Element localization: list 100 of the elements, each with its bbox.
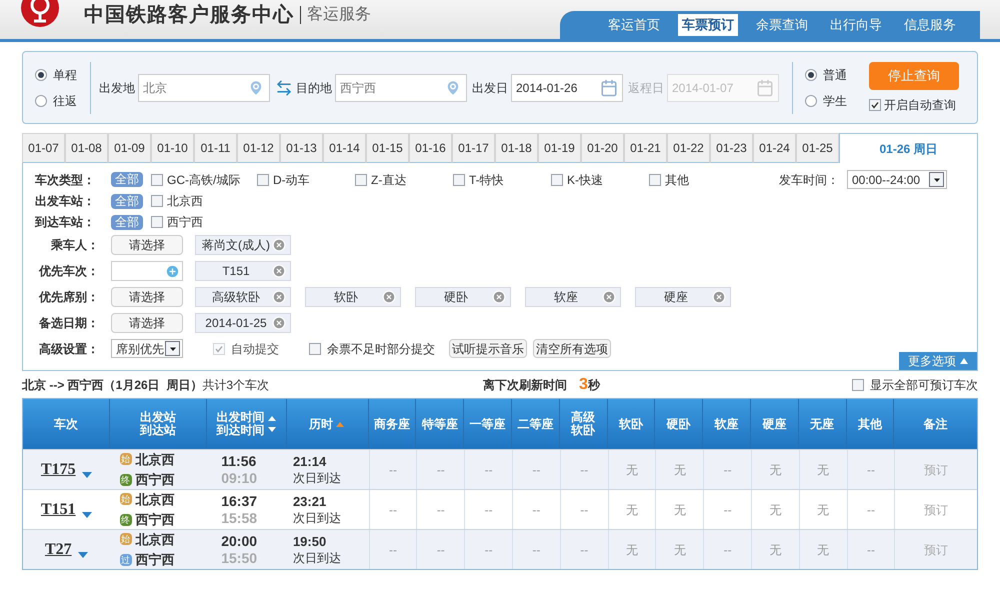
date-tab[interactable]: 01-07 <box>22 133 65 163</box>
nav-tab[interactable]: 客运首页 <box>604 14 664 36</box>
date-tab[interactable]: 01-17 <box>452 133 495 163</box>
seat-availability: 无 <box>626 502 638 518</box>
date-tab[interactable]: 01-15 <box>366 133 409 163</box>
nav-tab[interactable]: 信息服务 <box>900 14 960 36</box>
filter-option: 西宁西 <box>167 213 203 231</box>
input-field[interactable]: 西宁西 <box>335 74 467 102</box>
choose-button[interactable]: 请选择 <box>111 287 183 307</box>
station-name: 北京西 <box>136 490 175 508</box>
station-name: 西宁西 <box>136 471 175 489</box>
arrive-time: 15:58 <box>221 510 258 526</box>
filter-label: 优先席别： <box>38 289 100 306</box>
seat-availability: -- <box>436 542 445 558</box>
option-button[interactable]: 试听提示音乐 <box>449 339 527 358</box>
time-select[interactable]: 00:00--24:00 <box>847 170 947 189</box>
choose-button[interactable]: 请选择 <box>111 313 183 333</box>
seat-availability: 无 <box>817 542 830 558</box>
tag-label: 硬卧 <box>443 289 469 306</box>
date-tab[interactable]: 01-10 <box>151 133 194 163</box>
nav-tab[interactable]: 车票预订 <box>678 14 738 36</box>
date-tab[interactable]: 01-19 <box>538 133 581 163</box>
seat-availability: -- <box>724 502 732 518</box>
choose-button[interactable]: 请选择 <box>111 235 183 255</box>
date-tab[interactable]: 01-22 <box>667 133 710 163</box>
column-header: 商务座 <box>374 418 410 430</box>
date-tab[interactable]: 01-21 <box>624 133 667 163</box>
select-value: 席别优先 <box>116 340 164 358</box>
train-count: 共计3个车次 <box>202 377 270 394</box>
filter-label: 乘车人： <box>50 237 100 254</box>
date-tab[interactable]: 01-24 <box>753 133 796 163</box>
select-value: 00:00--24:00 <box>852 172 920 188</box>
seat-availability: -- <box>580 502 588 518</box>
filter-label: 备选日期： <box>38 315 100 332</box>
site-title: 中国铁路客户服务中心 <box>84 2 294 28</box>
refresh-countdown: 3 <box>579 375 588 395</box>
filter-option: K-快速 <box>567 170 603 188</box>
seat-availability: -- <box>580 542 588 558</box>
date-tab[interactable]: 01-20 <box>581 133 624 163</box>
option-button[interactable]: 清空所有选项 <box>533 339 611 358</box>
filter-option: GC-高铁/城际 <box>167 170 240 188</box>
field-value: 2014-01-26 <box>516 80 578 96</box>
seat-availability: 无 <box>769 502 782 518</box>
date-tab[interactable]: 01-08 <box>65 133 108 163</box>
station-name: 西宁西 <box>136 551 175 569</box>
nav-tab[interactable]: 出行向导 <box>826 14 886 36</box>
date-tab[interactable]: 01-13 <box>280 133 323 163</box>
column-header: 备注 <box>924 418 948 430</box>
station-name: 北京西 <box>136 530 175 548</box>
tag-label: 2014-01-25 <box>204 315 268 332</box>
filter-option: 其他 <box>665 170 689 188</box>
input-field[interactable]: 北京 <box>138 74 270 102</box>
date-tab[interactable]: 01-25 <box>796 133 839 163</box>
date-tab[interactable]: 01-23 <box>710 133 753 163</box>
date-tab[interactable]: 01-16 <box>409 133 452 163</box>
filter-label: 发车时间： <box>779 172 839 188</box>
depart-time: 20:00 <box>221 532 258 550</box>
field-label: 出发日 <box>472 80 508 96</box>
train-number-link[interactable]: T175 <box>40 458 76 482</box>
checkbox-label: 自动提交 <box>231 340 279 358</box>
filter-label: 高级设置： <box>38 340 100 358</box>
checkbox-label: 显示全部可预订车次 <box>870 377 978 394</box>
column-header: 一等座 <box>470 418 506 430</box>
date-tab[interactable]: 01-11 <box>194 133 237 163</box>
nav-tab[interactable]: 余票查询 <box>752 14 812 36</box>
date-tab[interactable]: 01-14 <box>323 133 366 163</box>
arrival-note: 次日到达 <box>292 510 342 526</box>
date-tab[interactable]: 01-18 <box>495 133 538 163</box>
column-header: 软卧 <box>618 418 643 430</box>
seat-availability: 无 <box>817 502 830 518</box>
refresh-label: 离下次刷新时间 <box>483 377 568 394</box>
site-subtitle: 客运服务 <box>307 4 371 25</box>
field-label: 目的地 <box>296 80 332 96</box>
station-name: 西宁西 <box>136 511 175 529</box>
tag-label: 蒋尚文(成人) <box>201 237 271 254</box>
duration: 19:50 <box>292 532 328 550</box>
seat-availability: 无 <box>674 542 686 558</box>
date-tab[interactable]: 01-09 <box>108 133 151 163</box>
seat-availability: 无 <box>626 462 638 478</box>
seat-availability: -- <box>532 542 540 558</box>
seat-availability: -- <box>436 502 445 518</box>
checkbox-label: 余票不足时部分提交 <box>327 340 435 358</box>
date-tab[interactable]: 01-12 <box>237 133 280 163</box>
arrive-time: 15:50 <box>221 550 258 566</box>
seat-availability: -- <box>484 462 493 478</box>
seat-availability: -- <box>484 502 493 518</box>
seat-availability: 无 <box>674 462 686 478</box>
column-header: 硬卧 <box>666 418 691 430</box>
input-field[interactable]: 2014-01-26 <box>511 74 623 102</box>
seat-availability: 无 <box>817 462 830 478</box>
depart-time: 11:56 <box>221 452 258 470</box>
train-number-link[interactable]: T27 <box>44 538 72 562</box>
station-badge: 终 <box>120 474 132 486</box>
priority-select[interactable]: 席别优先 <box>111 339 183 358</box>
radio-label: 单程 <box>53 66 77 84</box>
train-number-link[interactable]: T151 <box>40 498 76 522</box>
filter-label: 出发车站： <box>35 193 96 210</box>
more-options-button[interactable]: 更多选项 <box>899 352 977 370</box>
date-tab[interactable]: 01-26 周日 <box>839 133 978 163</box>
column-header: 历时 <box>309 418 334 430</box>
